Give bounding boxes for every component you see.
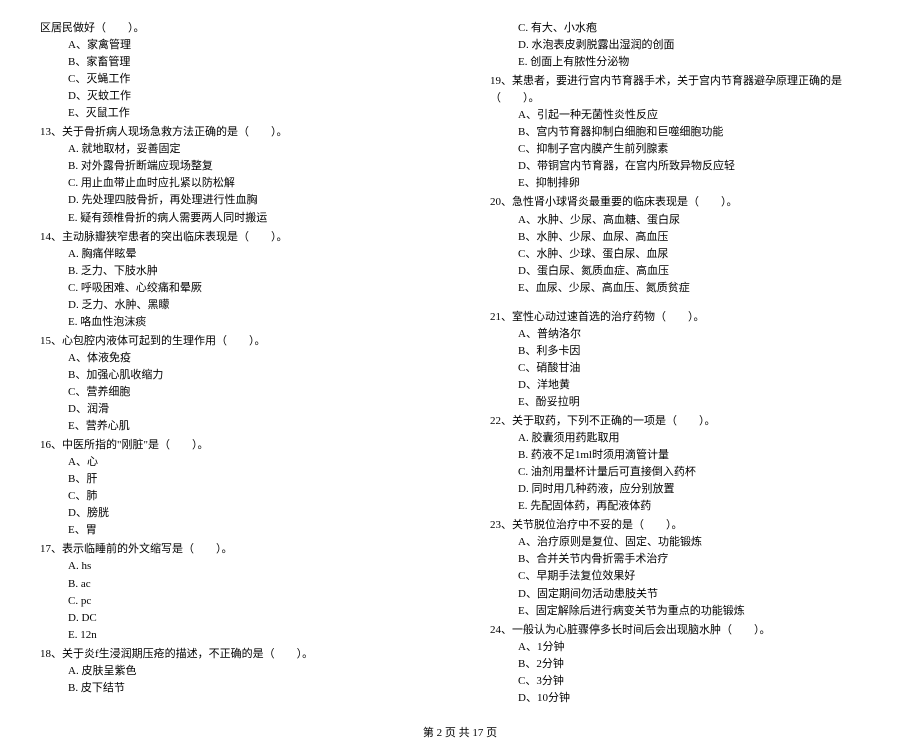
- q20-option-b: B、水肿、少尿、血尿、高血压: [490, 229, 880, 246]
- q23-option-d: D、固定期间勿活动患肢关节: [490, 586, 880, 603]
- left-column: 区居民做好（ ）。 A、家禽管理 B、家畜管理 C、灭蝇工作 D、灭蚊工作 E、…: [40, 20, 430, 707]
- q20-option-d: D、蛋白尿、氮质血症、高血压: [490, 263, 880, 280]
- q15-option-b: B、加强心肌收缩力: [40, 367, 430, 384]
- q18-stem: 18、关于炎f生浸润期压疮的描述，不正确的是（ ）。: [40, 646, 430, 663]
- q20-option-a: A、水肿、少尿、高血糖、蛋白尿: [490, 212, 880, 229]
- q16-stem: 16、中医所指的"刚脏"是（ ）。: [40, 437, 430, 454]
- q22-option-a: A. 胶囊须用药匙取用: [490, 430, 880, 447]
- q21-option-c: C、硝酸甘油: [490, 360, 880, 377]
- q24-stem: 24、一般认为心脏骤停多长时间后会出现脑水肿（ ）。: [490, 622, 880, 639]
- q21-option-a: A、普纳洛尔: [490, 326, 880, 343]
- q13-stem: 13、关于骨折病人现场急救方法正确的是（ ）。: [40, 124, 430, 141]
- q19-stem: 19、某患者，要进行宫内节育器手术，关于宫内节育器避孕原理正确的是（ ）。: [490, 73, 880, 107]
- page-footer: 第 2 页 共 17 页: [40, 725, 880, 742]
- q15-option-d: D、润滑: [40, 401, 430, 418]
- q23-option-e: E、固定解除后进行病变关节为重点的功能锻炼: [490, 603, 880, 620]
- q17-option-c: C. pc: [40, 593, 430, 610]
- q20-option-c: C、水肿、少球、蛋白尿、血尿: [490, 246, 880, 263]
- spacer: [490, 297, 880, 307]
- q17-stem: 17、表示临睡前的外文缩写是（ ）。: [40, 541, 430, 558]
- q18-option-e: E. 创面上有脓性分泌物: [490, 54, 880, 71]
- q15-stem: 15、心包腔内液体可起到的生理作用（ ）。: [40, 333, 430, 350]
- q16-option-c: C、肺: [40, 488, 430, 505]
- q13-option-c: C. 用止血带止血时应扎紧以防松解: [40, 175, 430, 192]
- q15-option-e: E、营养心肌: [40, 418, 430, 435]
- q15-option-a: A、体液免疫: [40, 350, 430, 367]
- q12-option-c: C、灭蝇工作: [40, 71, 430, 88]
- q24-option-b: B、2分钟: [490, 656, 880, 673]
- q19-option-a: A、引起一种无菌性炎性反应: [490, 107, 880, 124]
- q16-option-e: E、胃: [40, 522, 430, 539]
- q17-option-a: A. hs: [40, 558, 430, 575]
- q13-option-d: D. 先处理四肢骨折，再处理进行性血胸: [40, 192, 430, 209]
- q23-option-c: C、早期手法复位效果好: [490, 568, 880, 585]
- q14-option-a: A. 胸痛伴眩晕: [40, 246, 430, 263]
- q22-option-d: D. 同时用几种药液，应分别放置: [490, 481, 880, 498]
- q13-option-a: A. 就地取材，妥善固定: [40, 141, 430, 158]
- q24-option-a: A、1分钟: [490, 639, 880, 656]
- q12-option-b: B、家畜管理: [40, 54, 430, 71]
- q17-option-e: E. 12n: [40, 627, 430, 644]
- q24-option-c: C、3分钟: [490, 673, 880, 690]
- q19-option-e: E、抑制排卵: [490, 175, 880, 192]
- q12-option-e: E、灭鼠工作: [40, 105, 430, 122]
- q18-option-b: B. 皮下结节: [40, 680, 430, 697]
- q16-option-d: D、膀胱: [40, 505, 430, 522]
- q22-option-b: B. 药液不足1ml时须用滴管计量: [490, 447, 880, 464]
- q24-option-d: D、10分钟: [490, 690, 880, 707]
- q15-option-c: C、营养细胞: [40, 384, 430, 401]
- q18-option-c: C. 有大、小水疱: [490, 20, 880, 37]
- q23-option-a: A、治疗原则是复位、固定、功能锻炼: [490, 534, 880, 551]
- q22-option-c: C. 油剂用量杯计量后可直接倒入药杯: [490, 464, 880, 481]
- q13-option-e: E. 疑有颈椎骨折的病人需要两人同时搬运: [40, 210, 430, 227]
- q18-option-d: D. 水泡表皮剥脱露出湿润的创面: [490, 37, 880, 54]
- q14-option-d: D. 乏力、水肿、黑矇: [40, 297, 430, 314]
- q22-stem: 22、关于取药，下列不正确的一项是（ ）。: [490, 413, 880, 430]
- q16-option-a: A、心: [40, 454, 430, 471]
- q23-option-b: B、合并关节内骨折需手术治疗: [490, 551, 880, 568]
- q14-stem: 14、主动脉瓣狭窄患者的突出临床表现是（ ）。: [40, 229, 430, 246]
- q22-option-e: E. 先配固体药，再配液体药: [490, 498, 880, 515]
- q21-option-e: E、酚妥拉明: [490, 394, 880, 411]
- q14-option-b: B. 乏力、下肢水肿: [40, 263, 430, 280]
- q19-option-b: B、宫内节育器抑制白细胞和巨噬细胞功能: [490, 124, 880, 141]
- right-column: C. 有大、小水疱 D. 水泡表皮剥脱露出湿润的创面 E. 创面上有脓性分泌物 …: [490, 20, 880, 707]
- q14-option-e: E. 咯血性泡沫痰: [40, 314, 430, 331]
- two-column-layout: 区居民做好（ ）。 A、家禽管理 B、家畜管理 C、灭蝇工作 D、灭蚊工作 E、…: [40, 20, 880, 707]
- q21-stem: 21、室性心动过速首选的治疗药物（ ）。: [490, 309, 880, 326]
- q21-option-b: B、利多卡因: [490, 343, 880, 360]
- q13-option-b: B. 对外露骨折断端应现场整复: [40, 158, 430, 175]
- q21-option-d: D、洋地黄: [490, 377, 880, 394]
- q12-option-d: D、灭蚊工作: [40, 88, 430, 105]
- q20-stem: 20、急性肾小球肾炎最重要的临床表现是（ ）。: [490, 194, 880, 211]
- q12-stem-continued: 区居民做好（ ）。: [40, 20, 430, 37]
- q17-option-d: D. DC: [40, 610, 430, 627]
- q20-option-e: E、血尿、少尿、高血压、氮质贫症: [490, 280, 880, 297]
- q19-option-d: D、带铜宫内节育器，在宫内所致异物反应轻: [490, 158, 880, 175]
- q18-option-a: A. 皮肤呈紫色: [40, 663, 430, 680]
- q19-option-c: C、抑制子宫内膜产生前列腺素: [490, 141, 880, 158]
- q23-stem: 23、关节脱位治疗中不妥的是（ ）。: [490, 517, 880, 534]
- q14-option-c: C. 呼吸困难、心绞痛和晕厥: [40, 280, 430, 297]
- q12-option-a: A、家禽管理: [40, 37, 430, 54]
- q16-option-b: B、肝: [40, 471, 430, 488]
- q17-option-b: B. ac: [40, 576, 430, 593]
